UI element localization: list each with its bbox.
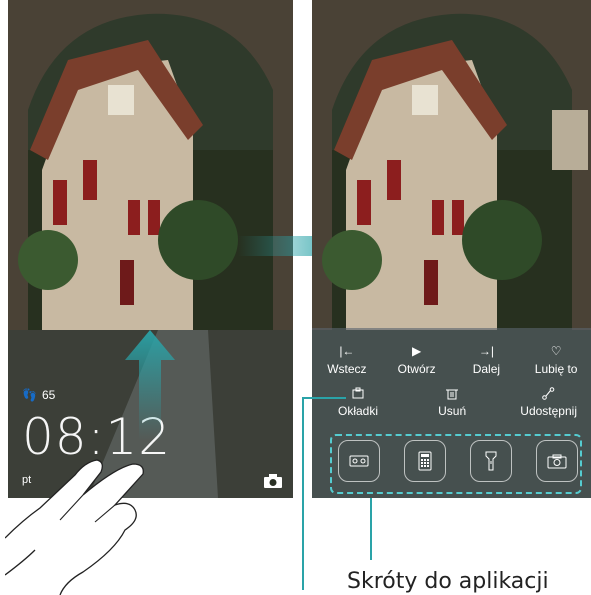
flashlight-icon [485,451,497,471]
share-button[interactable]: Udostępnij [520,386,577,418]
camera-icon [547,454,567,468]
hand-gesture-illustration [5,459,144,595]
delete-button[interactable]: Usuń [426,386,478,418]
delete-label: Usuń [438,404,467,418]
app-shortcuts [338,440,578,482]
panel-actions-row: |← Wstecz ▶ Otwórz →| Dalej ♡ Lubię to [312,344,591,376]
covers-callout-line [302,397,304,590]
forward-button[interactable]: →| Dalej [460,344,512,376]
share-icon [542,386,555,400]
steps-counter: 👣 65 [22,388,55,402]
shortcuts-callout-line [370,498,372,560]
like-label: Lubię to [534,362,578,376]
footsteps-icon: 👣 [22,388,37,402]
swipe-up-arrow [125,330,175,440]
back-label: Wstecz [327,362,367,376]
covers-callout-connector [302,397,346,399]
panel-options-row: Okładki Usuń Udostępnij [312,386,591,418]
calculator-icon [418,451,432,471]
forward-icon: →| [478,344,494,358]
flashlight-shortcut[interactable] [470,440,512,482]
camera-shortcut[interactable] [536,440,578,482]
play-icon: ▶ [412,344,422,358]
share-label: Udostępnij [520,404,577,418]
open-label: Otwórz [397,362,436,376]
lockscreen-right: |← Wstecz ▶ Otwórz →| Dalej ♡ Lubię to O [312,0,591,498]
calculator-shortcut[interactable] [404,440,446,482]
camera-icon[interactable] [262,472,284,490]
back-button[interactable]: |← Wstecz [321,344,373,376]
magazine-unlock-panel: |← Wstecz ▶ Otwórz →| Dalej ♡ Lubię to O [312,328,591,498]
shortcuts-caption: Skróty do aplikacji [347,569,549,594]
forward-label: Dalej [472,362,501,376]
covers-label: Okładki [337,404,378,418]
open-button[interactable]: ▶ Otwórz [391,344,443,376]
covers-button[interactable]: Okładki [332,386,384,418]
heart-icon: ♡ [550,344,562,358]
steps-value: 65 [41,388,56,402]
like-button[interactable]: ♡ Lubię to [530,344,582,376]
recorder-icon [349,455,369,467]
trash-icon [446,386,459,400]
cover-icon [352,386,364,400]
recorder-shortcut[interactable] [338,440,380,482]
back-icon: |← [339,344,355,358]
